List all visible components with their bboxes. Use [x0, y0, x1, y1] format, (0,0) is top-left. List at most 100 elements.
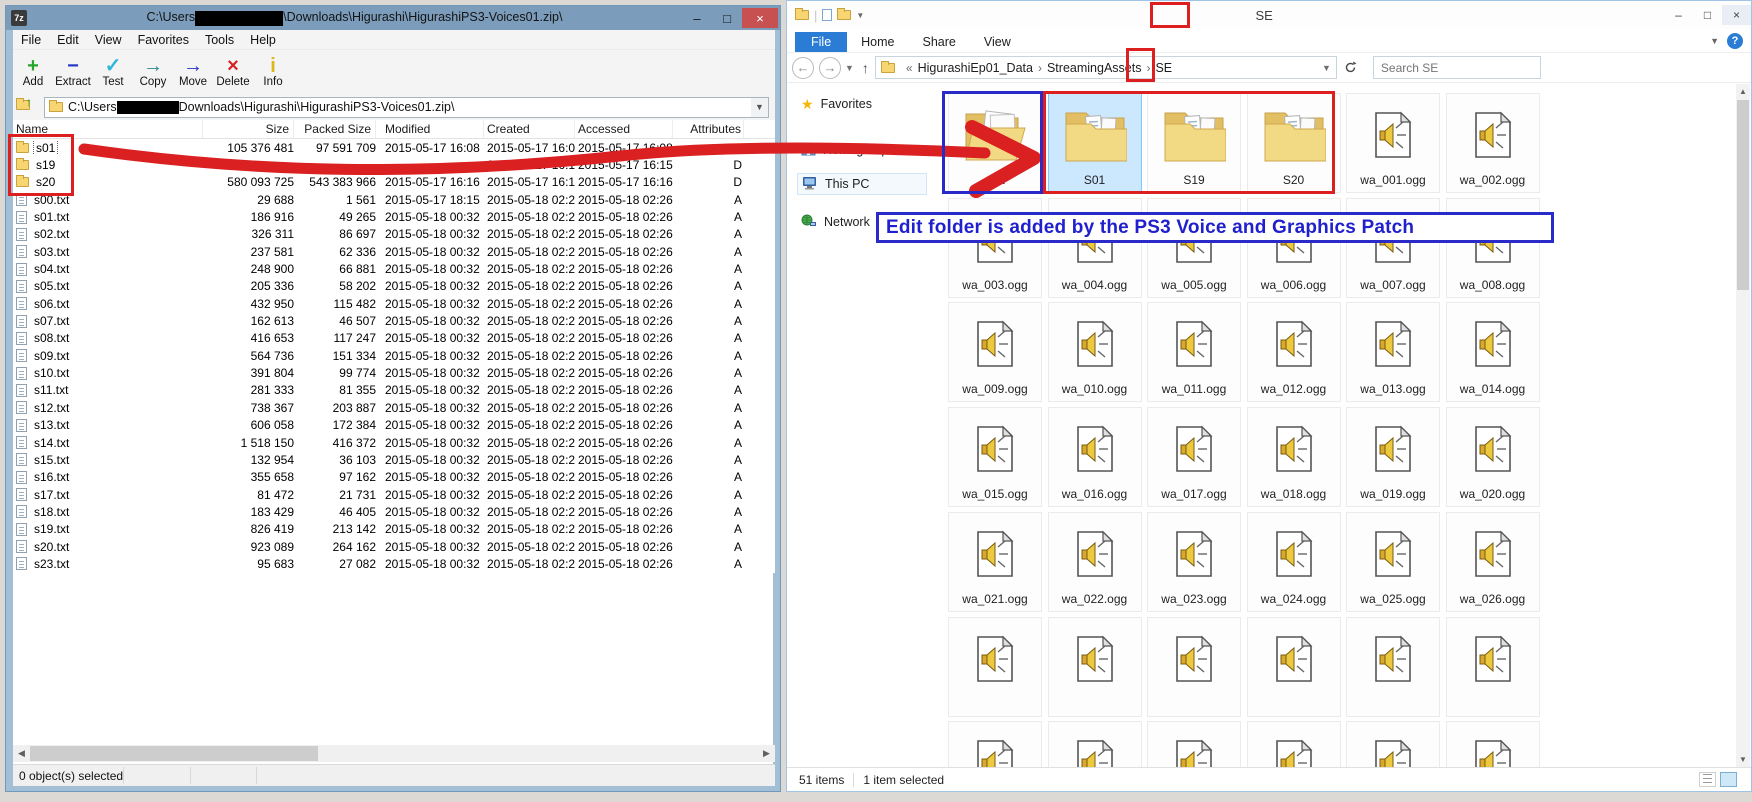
archive-row-s18.txt[interactable]: s18.txt183 42946 4052015-05-18 00:322015… [13, 503, 775, 520]
menu-item-help[interactable]: Help [242, 33, 284, 47]
recent-locations-icon[interactable]: ▼ [845, 63, 854, 73]
grid-item-wa_021.ogg[interactable]: wa_021.ogg [948, 512, 1042, 612]
grid-item-partial[interactable] [1446, 721, 1540, 767]
grid-item-wa_017.ogg[interactable]: wa_017.ogg [1147, 407, 1241, 507]
archive-row-s09.txt[interactable]: s09.txt564 736151 3342015-05-18 00:32201… [13, 347, 775, 364]
chevron-down-icon[interactable]: ▼ [856, 11, 864, 20]
archive-row-s01.txt[interactable]: s01.txt186 91649 2652015-05-18 00:322015… [13, 208, 775, 225]
minimize-button[interactable]: – [1664, 5, 1693, 25]
archive-row-s20[interactable]: s20580 093 725543 383 9662015-05-17 16:1… [13, 174, 775, 191]
grid-item-wa_023.ogg[interactable]: wa_023.ogg [1147, 512, 1241, 612]
scrollbar-thumb[interactable] [30, 746, 318, 761]
grid-item-wa_025.ogg[interactable]: wa_025.ogg [1346, 512, 1440, 612]
ribbon-tab-home[interactable]: Home [847, 32, 908, 52]
grid-item-partial[interactable] [1247, 721, 1341, 767]
sidebar-item-network[interactable]: Network [797, 211, 874, 233]
breadcrumb-se[interactable]: SE [1155, 61, 1172, 75]
archive-row-s17.txt[interactable]: s17.txt81 47221 7312015-05-18 00:322015-… [13, 486, 775, 503]
delete-button[interactable]: ×Delete [213, 50, 253, 94]
grid-item-wa_013.ogg[interactable]: wa_013.ogg [1346, 302, 1440, 402]
archive-row-s04.txt[interactable]: s04.txt248 90066 8812015-05-18 00:322015… [13, 260, 775, 277]
explorer-titlebar[interactable]: | ▼ SE – □ × [787, 1, 1751, 29]
archive-row-s19[interactable]: s192015-05-17 16:142015-05-17 16:15D [13, 156, 775, 173]
help-icon[interactable]: ? [1727, 33, 1743, 49]
archive-row-s02.txt[interactable]: s02.txt326 31186 6972015-05-18 00:322015… [13, 226, 775, 243]
breadcrumb-root[interactable]: « [906, 61, 913, 75]
sidebar-item-homegroup[interactable]: Homegroup [797, 139, 892, 161]
archive-row-s03.txt[interactable]: s03.txt237 58162 3362015-05-18 00:322015… [13, 243, 775, 260]
move-button[interactable]: →Move [173, 50, 213, 94]
grid-item-wa_011.ogg[interactable]: wa_011.ogg [1147, 302, 1241, 402]
menu-item-tools[interactable]: Tools [197, 33, 242, 47]
ribbon-expand-icon[interactable]: ▼ [1710, 36, 1719, 46]
column-header-accessed[interactable]: Accessed [575, 120, 673, 138]
search-box[interactable] [1373, 56, 1541, 79]
grid-item-S01[interactable]: S01 [1048, 93, 1142, 193]
grid-item-partial[interactable] [1346, 721, 1440, 767]
ribbon-tab-file[interactable]: File [795, 32, 847, 52]
grid-item-wa_022.ogg[interactable]: wa_022.ogg [1048, 512, 1142, 612]
sevenzip-titlebar[interactable]: 7z C:\Users\Downloads\Higurashi\Higurash… [6, 6, 780, 30]
parent-folder-button[interactable]: ↑ [16, 97, 40, 117]
grid-item-wa_019.ogg[interactable]: wa_019.ogg [1346, 407, 1440, 507]
copy-button[interactable]: →Copy [133, 50, 173, 94]
minimize-button[interactable]: – [682, 8, 712, 28]
grid-item-partial[interactable] [1147, 721, 1241, 767]
chevron-down-icon[interactable]: ▼ [751, 98, 768, 117]
column-header-created[interactable]: Created [484, 120, 575, 138]
archive-row-s19.txt[interactable]: s19.txt826 419213 1422015-05-18 00:32201… [13, 521, 775, 538]
vertical-scrollbar[interactable]: ▲ ▼ [1736, 84, 1750, 767]
forward-button[interactable]: → [819, 57, 841, 79]
test-button[interactable]: ✓Test [93, 50, 133, 94]
new-folder-icon[interactable] [822, 9, 832, 21]
archive-row-s08.txt[interactable]: s08.txt416 653117 2472015-05-18 00:32201… [13, 330, 775, 347]
grid-item-partial[interactable] [1147, 617, 1241, 717]
large-icons-view-icon[interactable] [1720, 772, 1737, 787]
grid-item-partial[interactable] [1346, 617, 1440, 717]
maximize-button[interactable]: □ [712, 8, 742, 28]
archive-row-s07.txt[interactable]: s07.txt162 61346 5072015-05-18 00:322015… [13, 312, 775, 329]
close-button[interactable]: × [742, 8, 778, 28]
grid-item-wa_012.ogg[interactable]: wa_012.ogg [1247, 302, 1341, 402]
refresh-icon[interactable] [1339, 56, 1363, 79]
archive-row-s16.txt[interactable]: s16.txt355 65897 1622015-05-18 00:322015… [13, 469, 775, 486]
grid-item-partial[interactable] [1048, 617, 1142, 717]
column-header-attributes[interactable]: Attributes [673, 120, 744, 138]
chevron-down-icon[interactable]: ▼ [1317, 63, 1336, 73]
grid-item-S19[interactable]: S19 [1147, 93, 1241, 193]
details-view-icon[interactable] [1699, 772, 1716, 787]
grid-item-wa_020.ogg[interactable]: wa_020.ogg [1446, 407, 1540, 507]
maximize-button[interactable]: □ [1693, 5, 1722, 25]
grid-item-wa_026.ogg[interactable]: wa_026.ogg [1446, 512, 1540, 612]
archive-row-s05.txt[interactable]: s05.txt205 33658 2022015-05-18 00:322015… [13, 278, 775, 295]
grid-item-partial[interactable] [1247, 617, 1341, 717]
menu-item-edit[interactable]: Edit [49, 33, 87, 47]
grid-item-wa_018.ogg[interactable]: wa_018.ogg [1247, 407, 1341, 507]
scroll-left-icon[interactable]: ◀ [13, 745, 30, 762]
archive-row-s20.txt[interactable]: s20.txt923 089264 1622015-05-18 00:32201… [13, 538, 775, 555]
archive-row-s13.txt[interactable]: s13.txt606 058172 3842015-05-18 00:32201… [13, 417, 775, 434]
grid-item-partial[interactable] [948, 721, 1042, 767]
sidebar-item-favorites[interactable]: ★Favorites [797, 93, 876, 115]
grid-item-wa_009.ogg[interactable]: wa_009.ogg [948, 302, 1042, 402]
column-header-modified[interactable]: Modified [376, 120, 484, 138]
grid-item-edit[interactable]: edit [948, 93, 1042, 193]
grid-item-wa_002.ogg[interactable]: wa_002.ogg [1446, 93, 1540, 193]
archive-row-s00.txt[interactable]: s00.txt29 6881 5612015-05-17 18:152015-0… [13, 191, 775, 208]
archive-row-s11.txt[interactable]: s11.txt281 33381 3552015-05-18 00:322015… [13, 382, 775, 399]
add-button[interactable]: +Add [13, 50, 53, 94]
address-box[interactable]: « HigurashiEp01_Data›StreamingAssets›SE … [875, 56, 1337, 79]
archive-row-s01[interactable]: s01105 376 48197 591 7092015-05-17 16:08… [13, 139, 775, 156]
scroll-down-icon[interactable]: ▼ [1736, 752, 1750, 767]
grid-item-S20[interactable]: S20 [1247, 93, 1341, 193]
archive-row-s10.txt[interactable]: s10.txt391 80499 7742015-05-18 00:322015… [13, 364, 775, 381]
folder-icon[interactable] [837, 10, 851, 20]
grid-item-partial[interactable] [1048, 721, 1142, 767]
ribbon-tab-view[interactable]: View [970, 32, 1025, 52]
grid-item-wa_015.ogg[interactable]: wa_015.ogg [948, 407, 1042, 507]
column-header-packed-size[interactable]: Packed Size [294, 120, 376, 138]
menu-item-view[interactable]: View [87, 33, 130, 47]
grid-item-wa_001.ogg[interactable]: wa_001.ogg [1346, 93, 1440, 193]
back-button[interactable]: ← [792, 57, 814, 79]
extract-button[interactable]: −Extract [53, 50, 93, 94]
